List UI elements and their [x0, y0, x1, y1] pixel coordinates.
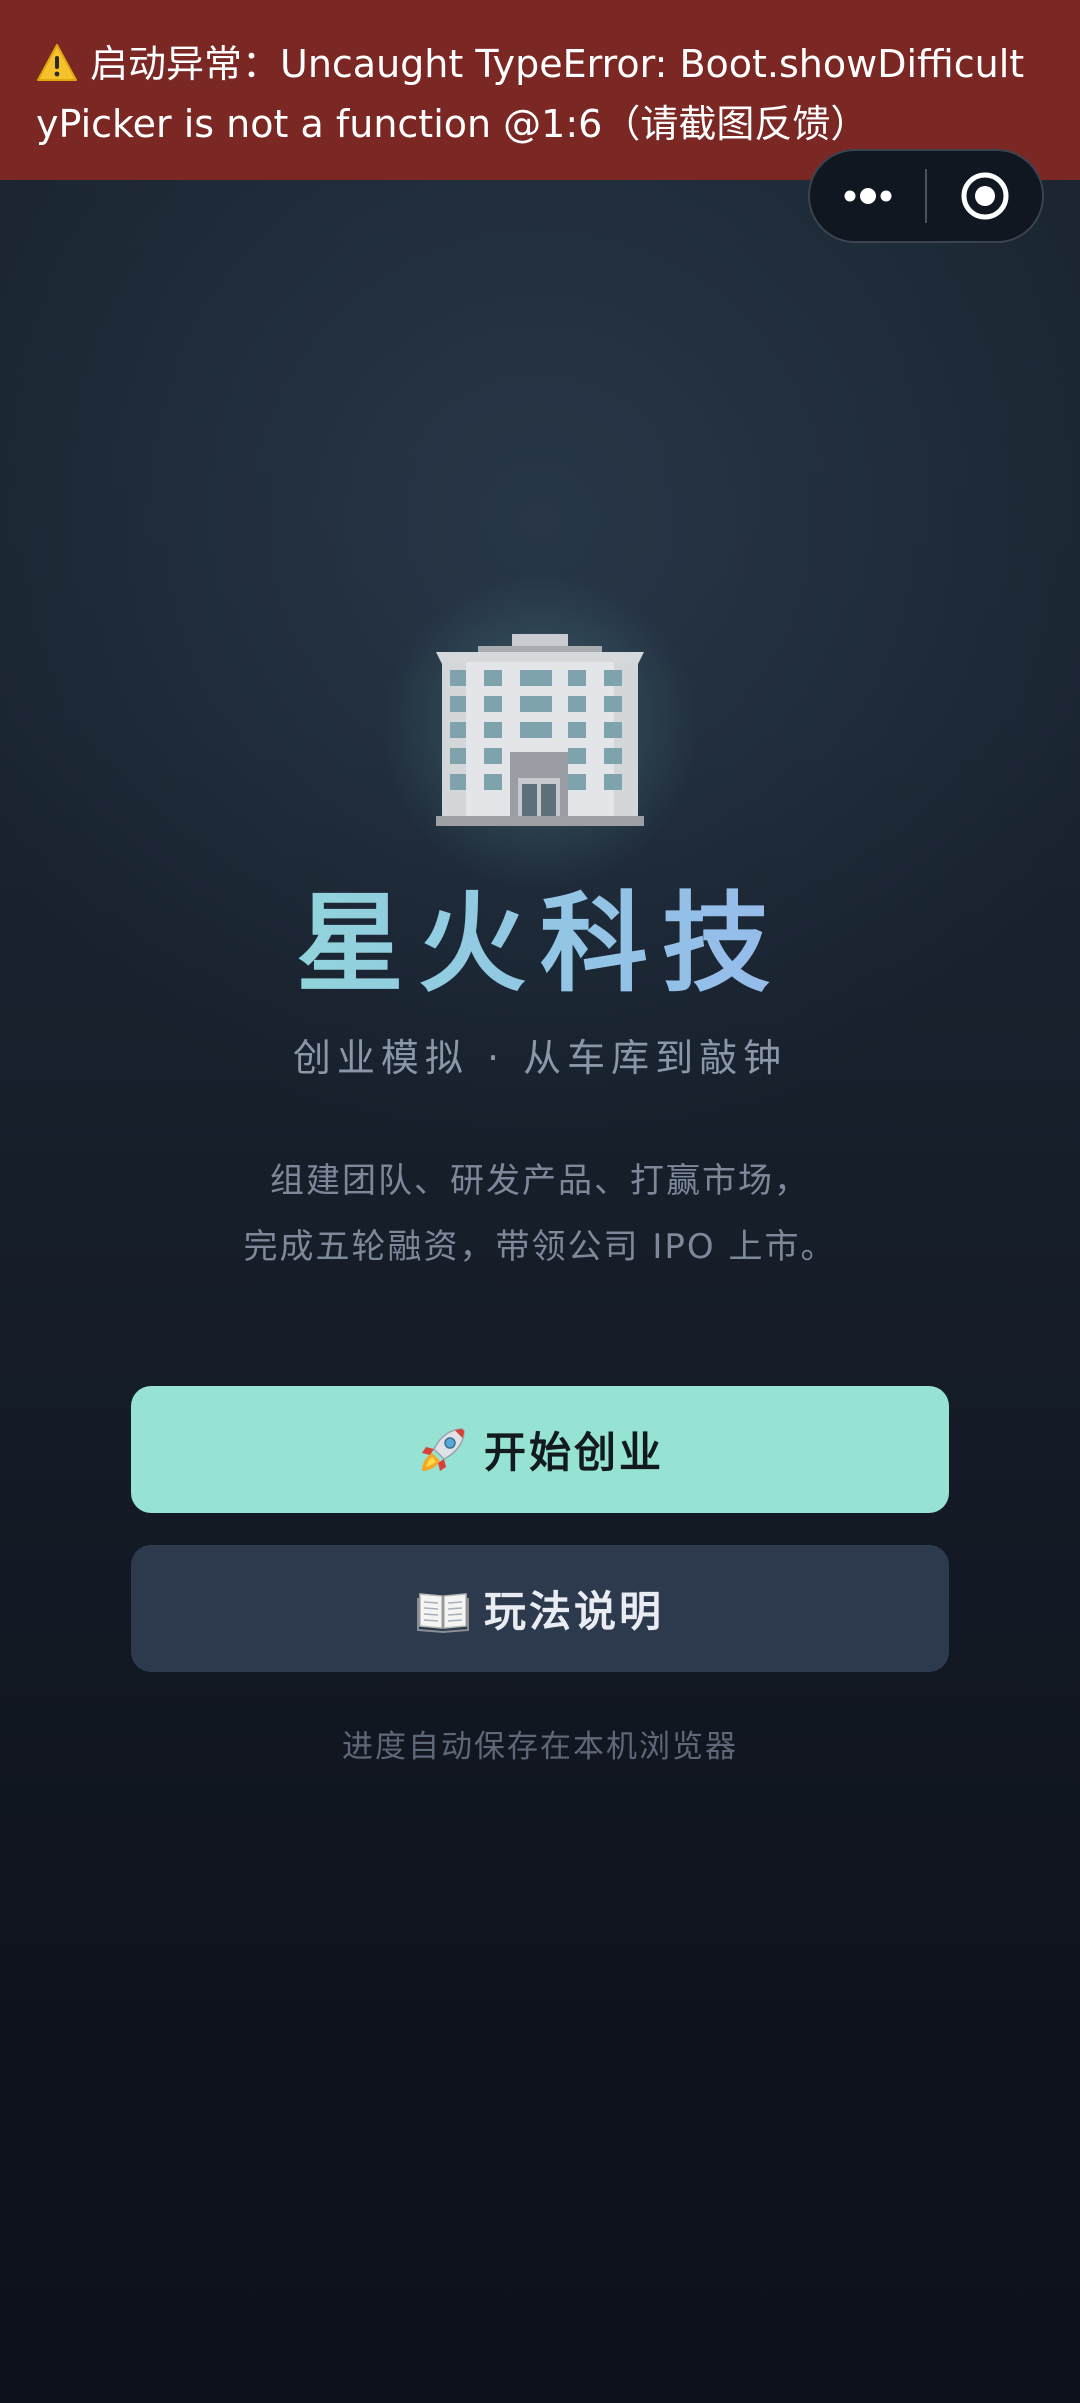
- start-game-button[interactable]: 开始创业: [131, 1386, 949, 1513]
- miniprogram-capsule: [808, 149, 1044, 243]
- more-dots-icon: [844, 188, 891, 204]
- how-to-play-button[interactable]: 玩法说明: [131, 1545, 949, 1672]
- more-button[interactable]: [810, 151, 925, 241]
- close-miniprogram-button[interactable]: [927, 151, 1042, 241]
- description-line-1: 组建团队、研发产品、打赢市场，: [270, 1161, 810, 1201]
- close-target-icon: [961, 172, 1008, 220]
- start-game-label: 开始创业: [483, 1428, 664, 1477]
- open-book-icon: [416, 1592, 469, 1633]
- autosave-note: 进度自动保存在本机浏览器: [342, 1729, 738, 1765]
- error-message: 启动异常：Uncaught TypeError: Boot.showDiffic…: [36, 42, 1025, 146]
- app-title: 星火科技: [0, 870, 1080, 1020]
- app-subtitle: 创业模拟 · 从车库到敲钟: [292, 1036, 788, 1080]
- description-line-2: 完成五轮融资，带领公司 IPO 上市。: [243, 1227, 837, 1267]
- how-to-play-label: 玩法说明: [483, 1587, 664, 1636]
- warning-icon: [37, 44, 77, 81]
- rocket-icon: [421, 1427, 465, 1471]
- office-building-icon: [436, 634, 644, 826]
